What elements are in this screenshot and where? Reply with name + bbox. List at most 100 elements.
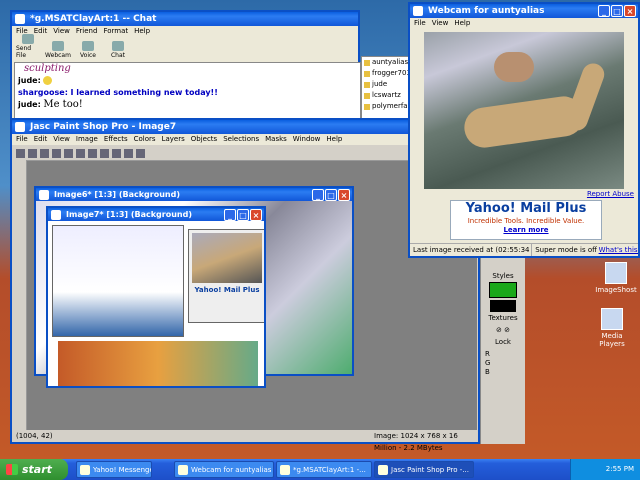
learn-more-link[interactable]: Learn more <box>451 226 601 234</box>
user-list-item[interactable]: frogger703 <box>362 68 412 79</box>
print-icon[interactable] <box>52 148 61 158</box>
maximize-button[interactable]: □ <box>237 209 249 221</box>
texture-off-icon[interactable]: ⊘ ⊘ <box>481 326 525 334</box>
copy-icon[interactable] <box>100 148 109 158</box>
foreground-style-swatch[interactable] <box>489 282 517 298</box>
image7-canvas[interactable]: Yahoo! Mail Plus <box>48 221 264 386</box>
menu-format[interactable]: Format <box>103 26 128 37</box>
chat-button[interactable]: Chat <box>106 41 130 59</box>
image7-titlebar[interactable]: Image7* [1:3] (Background) _ □ × <box>48 208 264 221</box>
menu-help[interactable]: Help <box>454 18 470 29</box>
desktop-icon-label: Media Players <box>599 332 625 348</box>
menu-view[interactable]: View <box>432 18 449 29</box>
nested-wallpaper <box>58 341 258 386</box>
webcam-titlebar[interactable]: Webcam for auntyalias _ □ × <box>410 4 638 18</box>
user-list-item[interactable]: jude <box>362 79 412 90</box>
whats-this-link[interactable]: What's this? <box>597 244 638 256</box>
report-abuse-link[interactable]: Report Abuse <box>587 190 634 198</box>
save-icon[interactable] <box>40 148 49 158</box>
task-paint-shop-pro[interactable]: Jasc Paint Shop Pro -... <box>374 461 474 478</box>
menu-effects[interactable]: Effects <box>104 134 128 145</box>
image7-title: Image7* [1:3] (Background) <box>66 210 192 219</box>
image-doc-icon <box>51 210 61 220</box>
send-file-button[interactable]: Send File <box>16 34 40 59</box>
undo-icon[interactable] <box>64 148 73 158</box>
help-icon[interactable] <box>136 148 145 158</box>
message-text: sculpting <box>24 63 71 74</box>
cut-icon[interactable] <box>88 148 97 158</box>
message-author: jude: <box>18 76 41 85</box>
start-button[interactable]: start <box>0 459 68 480</box>
task-webcam[interactable]: Webcam for auntyalias <box>174 461 274 478</box>
image6-titlebar[interactable]: Image6* [1:3] (Background) _ □ × <box>36 188 352 201</box>
close-button[interactable]: × <box>250 209 262 221</box>
task-yahoo-messenger[interactable]: Yahoo! Messenger <box>76 461 152 478</box>
chat-message-log[interactable]: sculpting jude: shargoose: I learned som… <box>14 62 361 120</box>
menu-view[interactable]: View <box>53 26 70 37</box>
materials-palette: Styles Textures ⊘ ⊘ Lock R G B <box>480 258 525 444</box>
nested-webcam-video <box>192 233 262 283</box>
chat-menubar: File Edit View Friend Format Help <box>12 26 358 37</box>
styles-label: Styles <box>492 272 514 280</box>
task-chat[interactable]: *g.MSATClayArt:1 -... <box>276 461 372 478</box>
image-doc-icon <box>39 190 49 200</box>
menu-layers[interactable]: Layers <box>162 134 185 145</box>
chat-title: *g.MSATClayArt:1 -- Chat <box>30 14 157 24</box>
paste-icon[interactable] <box>112 148 121 158</box>
menu-help[interactable]: Help <box>134 26 150 37</box>
chat-message: jude: Me too! <box>18 99 360 111</box>
yahoo-mail-ad[interactable]: Yahoo! Mail Plus Incredible Tools. Incre… <box>450 200 602 240</box>
close-button[interactable]: × <box>338 189 350 201</box>
system-tray: 2:55 PM <box>570 459 640 480</box>
nested-ad-text: Yahoo! Mail Plus <box>194 286 260 294</box>
user-list-item[interactable]: lcswartz <box>362 90 412 101</box>
desktop-icon-imageshost[interactable]: ImageShost <box>592 262 640 294</box>
menu-file[interactable]: File <box>16 134 28 145</box>
zoom-icon[interactable] <box>124 148 133 158</box>
menu-friend[interactable]: Friend <box>76 26 98 37</box>
lock-checkbox[interactable]: Lock <box>481 338 525 346</box>
user-list-item[interactable]: polymerfair <box>362 101 412 112</box>
clock[interactable]: 2:55 PM <box>606 465 634 473</box>
message-text: Me too! <box>43 99 83 110</box>
chat-icon <box>112 41 124 51</box>
maximize-button[interactable]: □ <box>611 5 623 17</box>
minimize-button[interactable]: _ <box>224 209 236 221</box>
voice-icon <box>82 41 94 51</box>
image-info: Image: 1024 x 768 x 16 Million - 2.2 MBy… <box>374 432 458 452</box>
desktop-icon-media-players[interactable]: Media Players <box>588 308 636 348</box>
chat-toolbar: Send File Webcam Voice Chat <box>12 34 358 59</box>
minimize-button[interactable]: _ <box>598 5 610 17</box>
redo-icon[interactable] <box>76 148 85 158</box>
chat-window: *g.MSATClayArt:1 -- Chat File Edit View … <box>10 10 361 120</box>
maximize-button[interactable]: □ <box>325 189 337 201</box>
menu-objects[interactable]: Objects <box>191 134 217 145</box>
menu-file[interactable]: File <box>414 18 426 29</box>
tool-palette <box>12 160 27 430</box>
image-icon <box>605 262 627 284</box>
user-list-item[interactable]: auntyalias <box>362 57 412 68</box>
voice-button[interactable]: Voice <box>76 41 100 59</box>
menu-selections[interactable]: Selections <box>223 134 259 145</box>
close-button[interactable]: × <box>624 5 636 17</box>
chat-message: jude: <box>18 75 360 87</box>
open-icon[interactable] <box>28 148 37 158</box>
menu-edit[interactable]: Edit <box>34 134 48 145</box>
task-label: Yahoo! Messenger <box>93 466 152 474</box>
chat-titlebar[interactable]: *g.MSATClayArt:1 -- Chat <box>12 12 358 26</box>
webcam-button[interactable]: Webcam <box>45 41 71 59</box>
finger-shape <box>494 52 534 82</box>
new-icon[interactable] <box>16 148 25 158</box>
blue-readout: B <box>485 368 490 376</box>
textures-label: Textures <box>488 314 518 322</box>
super-mode-status: Super mode is off - <box>531 244 597 256</box>
background-style-swatch[interactable] <box>490 300 516 312</box>
message-text: I learned something new today!! <box>70 88 218 97</box>
menu-masks[interactable]: Masks <box>265 134 287 145</box>
menu-window[interactable]: Window <box>293 134 321 145</box>
menu-view[interactable]: View <box>53 134 70 145</box>
minimize-button[interactable]: _ <box>312 189 324 201</box>
menu-help[interactable]: Help <box>326 134 342 145</box>
menu-colors[interactable]: Colors <box>134 134 156 145</box>
menu-image[interactable]: Image <box>76 134 98 145</box>
